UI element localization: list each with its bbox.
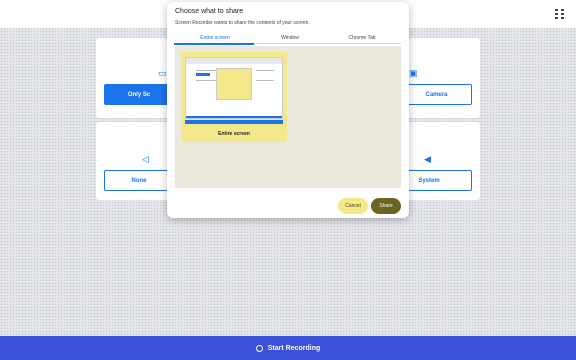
screen-preview: [185, 57, 283, 119]
entire-screen-thumbnail[interactable]: Entire screen: [181, 52, 287, 142]
share-picker-dialog: Choose what to share Screen Recorder wan…: [167, 2, 409, 218]
share-source-list: Entire screen: [175, 46, 401, 188]
camera-label: Camera: [425, 91, 448, 98]
share-label: Share: [379, 203, 393, 209]
cancel-label: Cancel: [345, 203, 361, 209]
dialog-title: Choose what to share: [175, 8, 244, 15]
camera-button[interactable]: Camera: [401, 84, 472, 105]
active-tab-indicator: [174, 43, 254, 45]
speaker-icon: ◀: [424, 154, 431, 164]
start-recording-button[interactable]: Start Recording: [0, 336, 576, 360]
tab-chrome-tab[interactable]: Chrome Tab: [332, 35, 392, 41]
share-button[interactable]: Share: [371, 198, 401, 214]
only-screen-button[interactable]: Only Sc: [104, 84, 174, 105]
audio-none-label: None: [131, 177, 147, 184]
audio-none-button[interactable]: None: [104, 170, 174, 191]
start-recording-label: Start Recording: [267, 344, 321, 352]
only-screen-label: Only Sc: [127, 91, 151, 98]
record-icon: [255, 344, 263, 352]
speaker-mute-icon: ◁: [142, 154, 149, 164]
more-menu-icon[interactable]: [555, 9, 567, 21]
audio-system-label: System: [418, 177, 440, 184]
tab-entire-screen[interactable]: Entire screen: [185, 35, 245, 41]
camera-icon: ▣: [409, 68, 418, 78]
dialog-subtitle: Screen Recorder wants to share the conte…: [175, 20, 310, 26]
monitor-icon: ▭: [158, 68, 167, 78]
cancel-button[interactable]: Cancel: [338, 198, 368, 214]
tab-window[interactable]: Window: [260, 35, 320, 41]
thumbnail-label: Entire screen: [218, 131, 250, 137]
